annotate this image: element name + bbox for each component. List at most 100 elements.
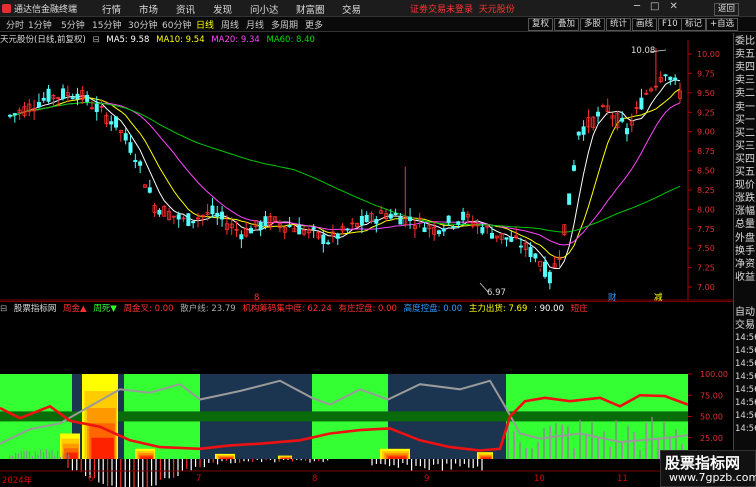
- side-label-1: 卖五: [735, 49, 755, 61]
- kline-chart-area[interactable]: 10.00 9.75 9.50 9.25 9.00 8.75 8.50 8.25 8.00 7.7…: [0, 0, 733, 487]
- candle-body: [567, 193, 572, 205]
- side-label-2: 卖四: [735, 62, 755, 74]
- candle-body: [186, 213, 191, 227]
- price-tick-label: 9.75: [697, 69, 715, 78]
- side-bottom-9: 14:56: [735, 424, 756, 434]
- price-tick-label: 8.00: [697, 205, 715, 214]
- candle-body: [543, 261, 548, 277]
- ind-tick-label: 25.00: [700, 434, 723, 443]
- ind-item-5: 有庄控盘: 0.00: [338, 304, 397, 314]
- candle-body: [528, 247, 533, 258]
- ind-item-8: : 90.00: [534, 304, 564, 314]
- candle-body: [70, 97, 75, 100]
- watermark-logo: 股票指标网 www.7gpzb.com: [660, 450, 756, 487]
- candle-body: [408, 216, 413, 222]
- mass-column: [220, 457, 233, 459]
- side-bottom-4: 14:56: [735, 359, 756, 369]
- price-tick-label: 8.25: [697, 186, 715, 195]
- side-label-4: 卖二: [735, 88, 755, 100]
- date-label-7: 7: [196, 474, 202, 484]
- candle-body: [509, 236, 514, 242]
- indicator-name[interactable]: 股票指标网: [14, 304, 57, 314]
- candle-body: [490, 232, 495, 239]
- candle-body: [46, 88, 51, 102]
- candle-body: [398, 216, 403, 225]
- side-label-5: 卖一: [735, 101, 755, 113]
- side-label-14: 总量: [735, 219, 755, 231]
- price-tick-label: 9.25: [697, 108, 715, 117]
- candle-body: [639, 97, 644, 110]
- candle-body: [191, 221, 196, 224]
- candle-body: [239, 234, 244, 240]
- quote-side-panel[interactable]: 委比 卖五 卖四 卖三 卖二 卖一 买一 买二 买三 买四 买五 现价 涨跌 涨幅 总量 外盘 换手 净资 收益 自…: [733, 33, 756, 487]
- candle-body: [518, 245, 523, 248]
- mass-column: [281, 458, 291, 459]
- indicator-collapse-icon[interactable]: ⊟: [0, 304, 7, 314]
- candle-body: [436, 230, 441, 235]
- candle-body: [451, 226, 456, 228]
- side-label-9: 买四: [735, 153, 755, 165]
- date-label-year: 2024年: [2, 476, 33, 486]
- price-tick-label: 8.50: [697, 167, 715, 176]
- side-label-0: 委比: [735, 36, 755, 47]
- side-bottom-7: 14:56: [735, 398, 756, 408]
- date-label-8: 8: [312, 474, 318, 484]
- candle-body: [128, 142, 133, 153]
- candle-body: [85, 94, 90, 102]
- side-bottom-0: 自动: [735, 307, 755, 318]
- price-tick-label: 7.25: [697, 264, 715, 273]
- price-tick-label: 7.75: [697, 225, 715, 234]
- candle-body: [673, 77, 678, 81]
- candle-body: [133, 159, 138, 163]
- candle-body: [456, 221, 461, 225]
- candle-body: [61, 88, 66, 99]
- candle-body: [123, 133, 128, 141]
- date-label-10: 10: [534, 474, 545, 484]
- candle-body: [374, 219, 379, 224]
- candle-body: [668, 76, 673, 81]
- candle-body: [547, 271, 552, 284]
- candle-body: [311, 227, 316, 230]
- high-price-label: 10.08: [631, 46, 655, 56]
- side-label-18: 收益: [735, 271, 755, 283]
- indicator-header: ⊟ 股票指标网 周金▲ 周死▼ 周金叉: 0.00 散户线: 23.79 机构筹…: [0, 301, 733, 314]
- candle-body: [326, 242, 331, 245]
- ind-tick-label: 50.00: [700, 413, 723, 422]
- candle-body: [538, 261, 543, 267]
- side-label-8: 买三: [735, 140, 755, 152]
- candle-body: [109, 121, 114, 125]
- candle-body: [36, 102, 41, 108]
- candle-body: [176, 214, 181, 220]
- ind-item-2: 周金叉: 0.00: [123, 304, 174, 314]
- price-tick-label: 8.75: [697, 147, 715, 156]
- candle-body: [345, 228, 350, 231]
- price-tick-label: 9.00: [697, 128, 715, 137]
- candle-body: [359, 215, 364, 226]
- mass-column: [481, 457, 492, 459]
- watermark-title: 股票指标网: [665, 454, 741, 472]
- candle-body: [287, 224, 292, 228]
- candle-body: [504, 237, 509, 240]
- date-label-9: 9: [424, 474, 430, 484]
- side-label-11: 现价: [735, 180, 755, 192]
- mass-column: [65, 452, 78, 459]
- mass-column: [140, 456, 153, 459]
- ind-item-3: 散户线: 23.79: [180, 304, 236, 314]
- ind-item-1: 周死▼: [93, 304, 117, 314]
- candle-body: [41, 97, 46, 101]
- side-bottom-6: 14:56: [735, 385, 756, 395]
- candle-body: [533, 253, 538, 259]
- candle-body: [335, 233, 340, 239]
- watermark-url: www.7gpzb.com: [669, 471, 756, 484]
- side-label-12: 涨跌: [735, 193, 755, 205]
- price-tick-label: 7.50: [697, 244, 715, 253]
- candle-body: [446, 215, 451, 223]
- candle-body: [576, 131, 581, 136]
- mass-column: [91, 437, 114, 459]
- price-tick-label: 10.00: [697, 50, 720, 59]
- side-label-16: 换手: [735, 245, 755, 257]
- candle-body: [7, 114, 12, 117]
- candle-body: [75, 93, 80, 100]
- candle-body: [94, 103, 99, 112]
- candle-body: [263, 216, 268, 227]
